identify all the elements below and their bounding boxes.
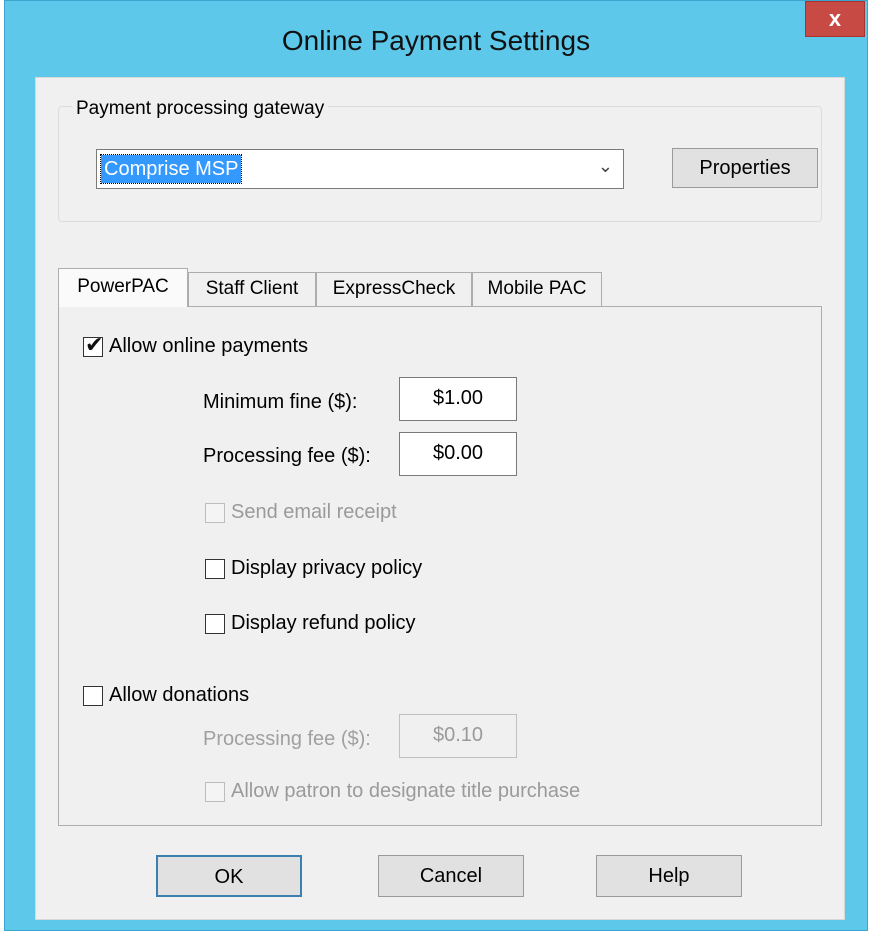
- checkbox-box[interactable]: [205, 502, 225, 523]
- donation-processing-fee-input[interactable]: $0.10: [399, 714, 517, 758]
- display-privacy-policy-checkbox[interactable]: Display privacy policy: [205, 557, 422, 580]
- send-email-receipt-label: Send email receipt: [231, 501, 397, 523]
- minimum-fine-label: Minimum fine ($):: [203, 391, 358, 413]
- send-email-receipt-checkbox[interactable]: Send email receipt: [205, 501, 397, 524]
- gateway-group-label: Payment processing gateway: [72, 98, 329, 120]
- minimum-fine-input[interactable]: $1.00: [399, 377, 517, 421]
- properties-button[interactable]: Properties: [672, 148, 818, 188]
- checkbox-box[interactable]: ✔: [83, 332, 103, 357]
- dialog-body: Payment processing gateway Comprise MSP …: [35, 77, 845, 920]
- gateway-dropdown[interactable]: Comprise MSP ⌄: [96, 149, 624, 189]
- close-button[interactable]: x: [805, 1, 865, 37]
- designate-title-label: Allow patron to designate title purchase: [231, 780, 581, 802]
- tab-staff-client[interactable]: Staff Client: [188, 272, 316, 306]
- checkbox-box[interactable]: [205, 558, 225, 579]
- tab-expresscheck[interactable]: ExpressCheck: [316, 272, 472, 306]
- allow-donations-checkbox[interactable]: Allow donations: [83, 684, 249, 707]
- window-title: Online Payment Settings: [281, 25, 591, 56]
- chevron-down-icon[interactable]: ⌄: [598, 156, 613, 177]
- display-refund-policy-checkbox[interactable]: Display refund policy: [205, 612, 416, 635]
- tab-mobile-pac[interactable]: Mobile PAC: [472, 272, 602, 306]
- gateway-selected-value: Comprise MSP: [99, 154, 243, 184]
- checkmark-icon: ✔: [85, 331, 104, 357]
- checkbox-box[interactable]: [83, 685, 103, 706]
- help-button[interactable]: Help: [596, 855, 742, 897]
- ok-button[interactable]: OK: [156, 855, 302, 897]
- designate-title-checkbox[interactable]: Allow patron to designate title purchase: [205, 780, 580, 803]
- checkbox-box[interactable]: [205, 613, 225, 634]
- display-privacy-policy-label: Display privacy policy: [231, 557, 423, 579]
- title-bar[interactable]: Online Payment Settings x: [5, 1, 867, 77]
- dialog-window: Online Payment Settings x Payment proces…: [4, 0, 868, 931]
- checkbox-box[interactable]: [205, 781, 225, 802]
- powerpac-panel: ✔ Allow online payments Minimum fine ($)…: [58, 306, 822, 826]
- allow-donations-label: Allow donations: [109, 684, 250, 706]
- display-refund-policy-label: Display refund policy: [231, 612, 416, 634]
- processing-fee-input[interactable]: $0.00: [399, 432, 517, 476]
- allow-online-payments-label: Allow online payments: [109, 335, 308, 357]
- cancel-button[interactable]: Cancel: [378, 855, 524, 897]
- donation-processing-fee-label: Processing fee ($):: [203, 728, 371, 750]
- processing-fee-label: Processing fee ($):: [203, 445, 371, 467]
- tab-powerpac[interactable]: PowerPAC: [58, 268, 188, 307]
- allow-online-payments-checkbox[interactable]: ✔ Allow online payments: [83, 332, 308, 358]
